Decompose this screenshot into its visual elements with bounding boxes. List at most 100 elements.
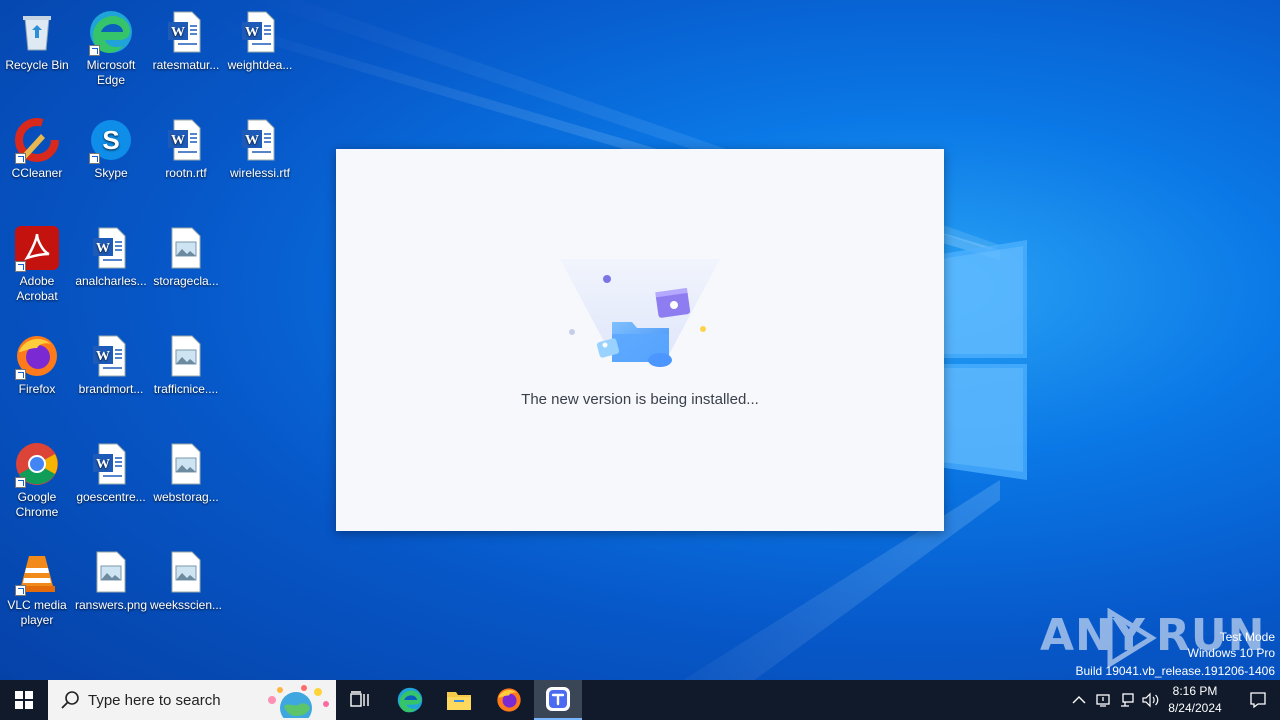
desktop-icon-label: Google Chrome (15, 490, 59, 519)
edge-icon (397, 687, 423, 713)
desktop-icon-webstorag[interactable]: webstorag... (149, 440, 223, 505)
desktop-icon-label: Adobe Acrobat (16, 274, 58, 303)
desktop-icon-storagecla[interactable]: storagecla... (149, 224, 223, 289)
clock-date: 8/24/2024 (1168, 701, 1222, 715)
desktop-icon-label: Firefox (18, 382, 56, 396)
installing-illustration (560, 259, 720, 367)
image-file-icon (87, 548, 135, 596)
desktop-icon-microsoft-edge[interactable]: Microsoft Edge (74, 8, 148, 88)
desktop-icon-wirelessi[interactable]: W wirelessi.rtf (223, 116, 297, 181)
svg-text:W: W (96, 349, 110, 364)
desktop-icon-label: ratesmatur... (152, 58, 220, 72)
firefox-icon (497, 688, 521, 712)
image-file-icon (162, 440, 210, 488)
taskbar-edge-button[interactable] (386, 680, 434, 720)
desktop-icon-label: CCleaner (11, 166, 63, 180)
notification-icon (1250, 692, 1266, 709)
taskbar: Type here to search 8:16 PM 8/24/2024 (0, 680, 1280, 720)
word-document-icon: W (236, 116, 284, 164)
skype-icon: S (87, 116, 135, 164)
desktop-icon-vlc[interactable]: VLC media player (0, 548, 74, 628)
ccleaner-icon (13, 116, 61, 164)
word-document-icon: W (162, 116, 210, 164)
desktop-icon-label: wirelessi.rtf (229, 166, 290, 180)
show-hidden-icons-button[interactable] (1068, 680, 1090, 720)
taskbar-search-box[interactable]: Type here to search (48, 680, 336, 720)
build-label: Build 19041.vb_release.191206-1406 (1075, 664, 1276, 678)
search-placeholder: Type here to search (88, 691, 221, 709)
desktop-icon-weeksscien[interactable]: weeksscien... (149, 548, 223, 613)
word-document-icon: W (236, 8, 284, 56)
desktop-icon-label: webstorag... (153, 490, 219, 504)
desktop-icon-ccleaner[interactable]: CCleaner (0, 116, 74, 181)
desktop-icon-analcharles[interactable]: W analcharles... (74, 224, 148, 289)
svg-text:W: W (171, 133, 185, 148)
search-icon (61, 691, 79, 709)
desktop-icon-label: rootn.rtf (165, 166, 207, 180)
task-view-button[interactable] (336, 680, 384, 720)
taskbar-firefox-button[interactable] (485, 680, 533, 720)
desktop-icon-goescentre[interactable]: W goescentre... (74, 440, 148, 505)
device-security-icon (1096, 694, 1110, 707)
windows-edition-label: Windows 10 Pro (1187, 646, 1275, 660)
desktop-icon-weightdea[interactable]: W weightdea... (223, 8, 297, 73)
folder-icon (447, 692, 471, 710)
image-file-icon (162, 332, 210, 380)
taskbar-clock[interactable]: 8:16 PM 8/24/2024 (1160, 683, 1230, 717)
desktop-icon-adobe-acrobat[interactable]: Adobe Acrobat (0, 224, 74, 304)
desktop-icon-google-chrome[interactable]: Google Chrome (0, 440, 74, 520)
tray-security-button[interactable] (1092, 680, 1114, 720)
word-document-icon: W (87, 224, 135, 272)
svg-text:S: S (102, 125, 119, 155)
recycle-bin-icon (13, 8, 61, 56)
firefox-icon (13, 332, 61, 380)
image-file-icon (162, 224, 210, 272)
vlc-icon (13, 548, 61, 596)
adobe-acrobat-icon (13, 224, 61, 272)
start-button[interactable] (0, 680, 48, 720)
taskbar-file-explorer-button[interactable] (435, 680, 483, 720)
desktop-icon-label: weeksscien... (149, 598, 223, 612)
desktop-icon-label: VLC media player (7, 598, 67, 627)
desktop-icon-trafficnice[interactable]: trafficnice.... (149, 332, 223, 397)
desktop-icon-label: Microsoft Edge (86, 58, 136, 87)
svg-text:W: W (245, 25, 259, 40)
volume-icon (1142, 692, 1159, 708)
notification-center-button[interactable] (1236, 680, 1280, 720)
desktop-icon-label: analcharles... (75, 274, 147, 288)
svg-text:W: W (96, 241, 110, 256)
word-document-icon: W (87, 440, 135, 488)
taskbar-installer-button[interactable] (534, 680, 582, 720)
desktop-icon-firefox[interactable]: Firefox (0, 332, 74, 397)
network-icon (1121, 693, 1134, 707)
desktop-icon-skype[interactable]: S Skype (74, 116, 148, 181)
test-mode-label: Test Mode (1219, 630, 1275, 644)
tray-volume-button[interactable] (1140, 680, 1162, 720)
installer-app-icon (546, 687, 570, 711)
desktop-icon-label: goescentre... (76, 490, 146, 504)
desktop-icon-label: storagecla... (153, 274, 219, 288)
svg-text:W: W (171, 25, 185, 40)
windows-start-icon (15, 691, 33, 709)
desktop-icon-ranswers[interactable]: ranswers.png (74, 548, 148, 613)
word-document-icon: W (87, 332, 135, 380)
chevron-up-icon (1072, 696, 1086, 704)
desktop-icon-recycle-bin[interactable]: Recycle Bin (0, 8, 74, 73)
word-document-icon: W (162, 8, 210, 56)
desktop-icon-label: weightdea... (227, 58, 293, 72)
edge-icon (87, 8, 135, 56)
desktop-icon-label: Skype (94, 166, 128, 180)
desktop-icon-label: ranswers.png (74, 598, 148, 612)
desktop-icon-brandmort[interactable]: W brandmort... (74, 332, 148, 397)
svg-text:W: W (245, 133, 259, 148)
desktop-icon-label: Recycle Bin (5, 58, 69, 72)
clock-time: 8:16 PM (1172, 684, 1218, 698)
desktop-icon-label: trafficnice.... (153, 382, 219, 396)
search-highlight-globe-icon (268, 685, 329, 718)
tray-network-button[interactable] (1116, 680, 1138, 720)
desktop-icon-ratesmatur[interactable]: W ratesmatur... (149, 8, 223, 73)
svg-text:W: W (96, 457, 110, 472)
desktop-icon-rootn[interactable]: W rootn.rtf (149, 116, 223, 181)
desktop-icon-label: brandmort... (78, 382, 144, 396)
anyrun-brand-text-left: ANY (1040, 610, 1146, 661)
